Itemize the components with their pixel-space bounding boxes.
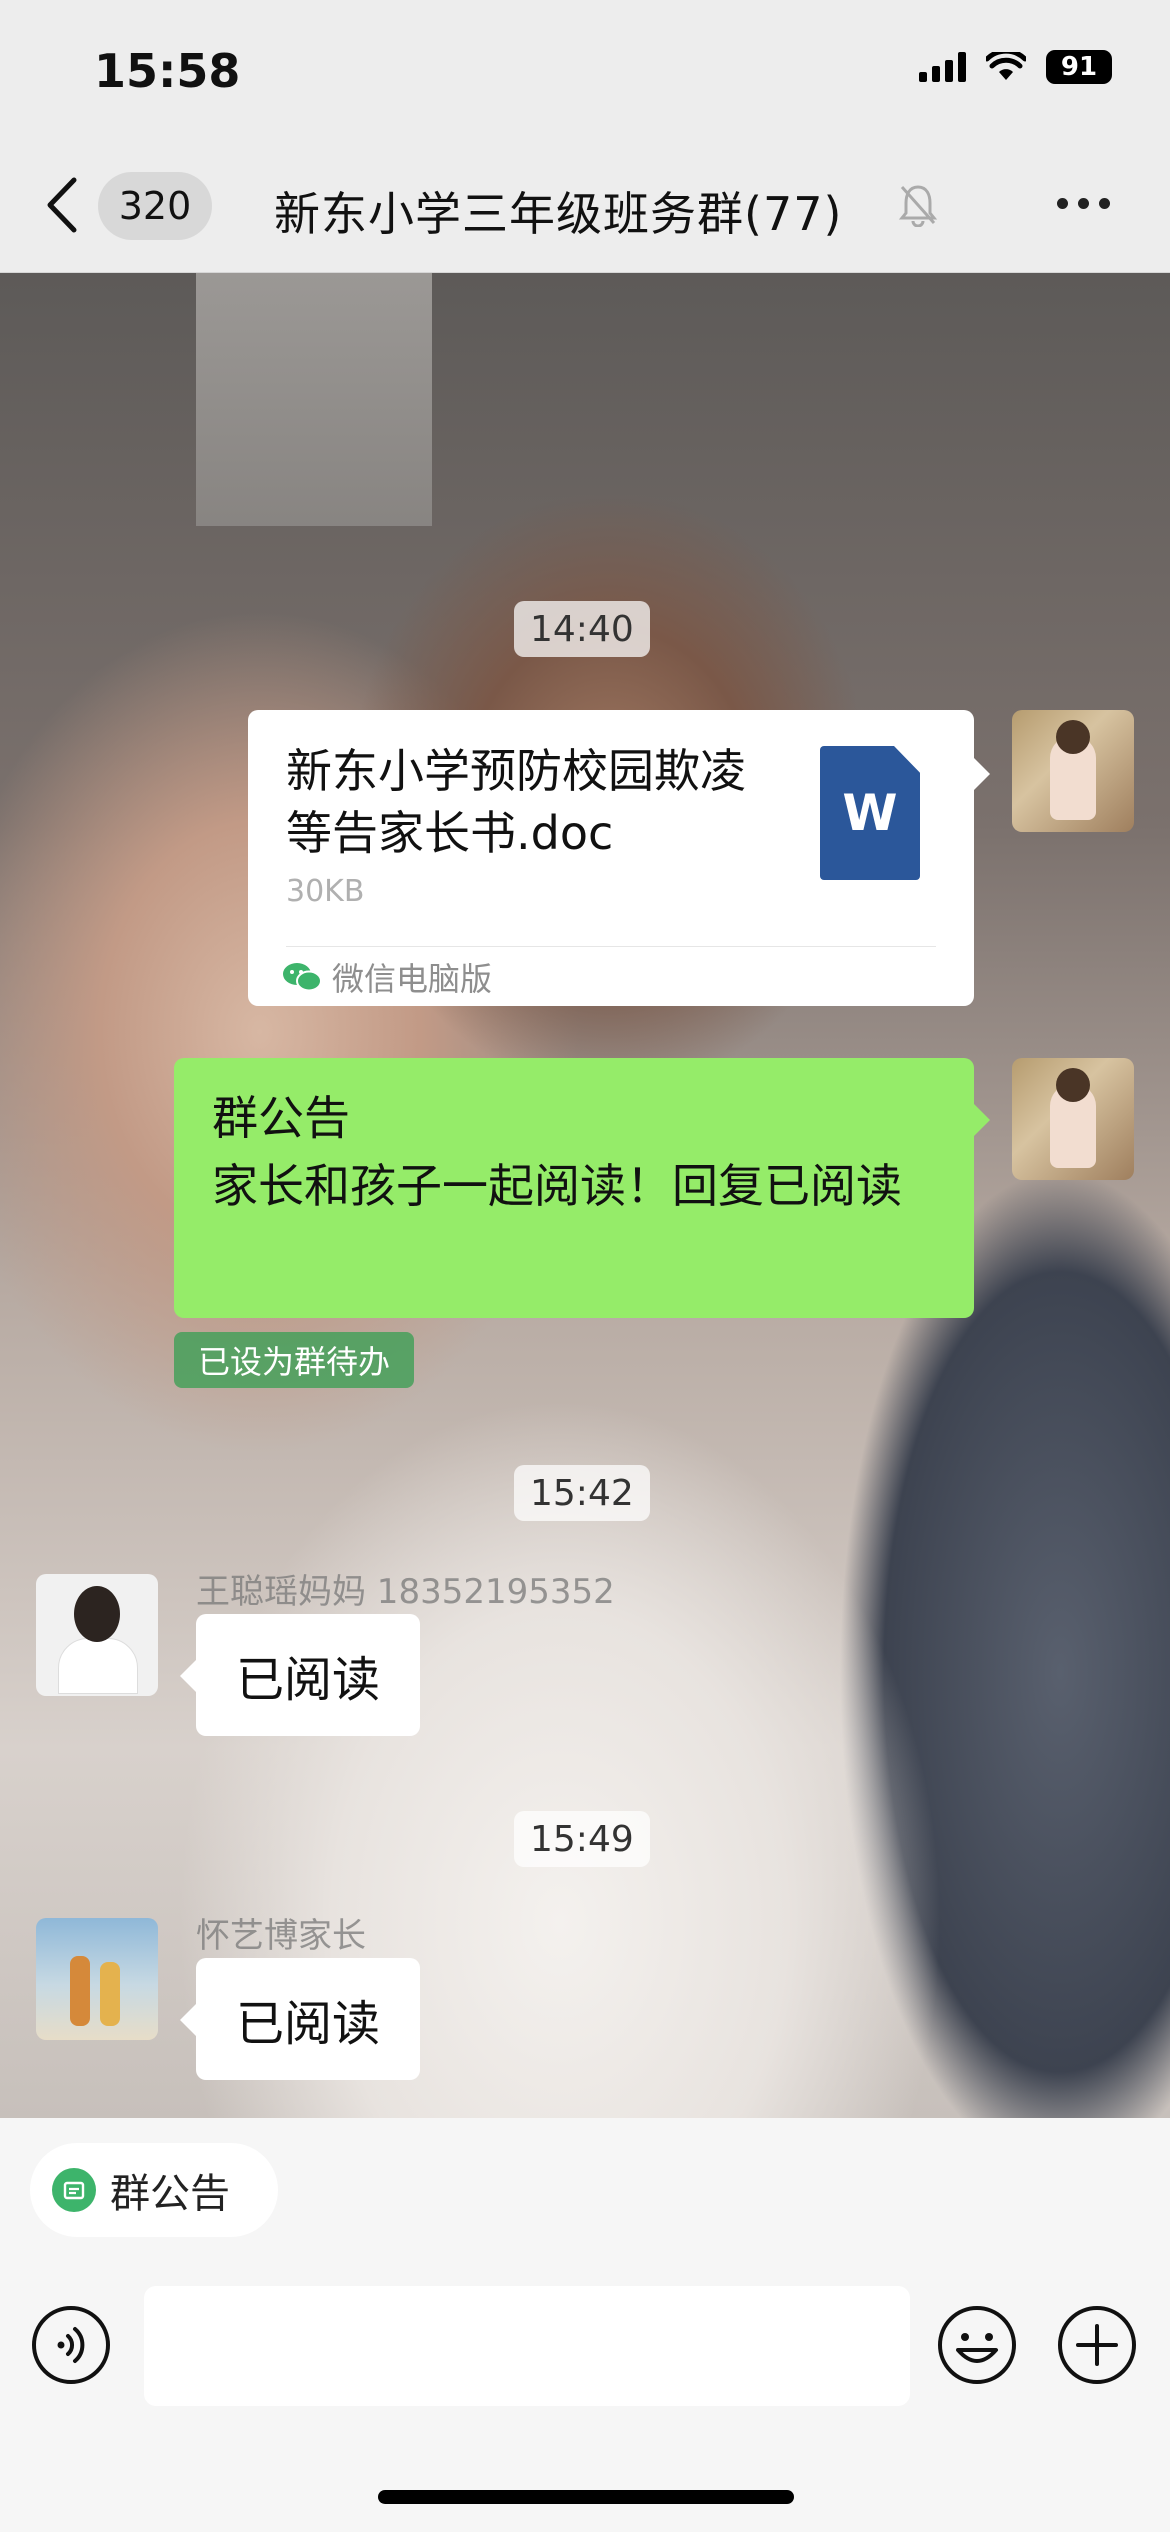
voice-icon — [32, 2306, 110, 2384]
more-options-button[interactable] — [1057, 198, 1110, 209]
wechat-icon — [283, 963, 322, 992]
incoming-message-bubble[interactable]: 已阅读 — [179, 1958, 421, 2080]
file-message-bubble[interactable]: 新东小学预防校园欺凌等告家长书.doc 30KB W 微信电脑版 — [248, 710, 990, 1006]
my-avatar[interactable] — [1012, 710, 1134, 832]
notice-icon — [52, 2168, 96, 2212]
member-avatar[interactable] — [36, 1918, 158, 2040]
mute-bell-icon — [898, 185, 938, 227]
message-timestamp: 15:49 — [514, 1811, 650, 1867]
chat-title: 新东小学三年级班务群(77) — [274, 187, 843, 241]
status-time: 15:58 — [94, 44, 241, 98]
file-size: 30KB — [286, 874, 365, 909]
file-name: 新东小学预防校园欺凌等告家长书.doc — [286, 744, 746, 860]
battery-icon: 91 — [1046, 50, 1112, 84]
top-bar: 15:58 91 320 新东小学三年级班务群(77) — [0, 0, 1170, 273]
chevron-left-icon — [47, 177, 77, 233]
wifi-icon — [986, 52, 1026, 80]
incoming-message-bubble[interactable]: 已阅读 — [179, 1614, 421, 1736]
wallpaper-paper-note — [196, 272, 432, 526]
group-notice-chip[interactable]: 群公告 — [30, 2143, 278, 2237]
my-avatar[interactable] — [1012, 1058, 1134, 1180]
announcement-text: 群公告 家长和孩子一起阅读！回复已阅读 — [212, 1091, 902, 1213]
dot-icon — [1057, 198, 1068, 209]
sender-name: 怀艺博家长 — [196, 1916, 366, 1956]
home-indicator[interactable] — [378, 2490, 794, 2504]
status-icons: 91 — [919, 50, 1112, 84]
message-timestamp: 14:40 — [514, 601, 650, 657]
group-todo-tag[interactable]: 已设为群待办 — [174, 1332, 415, 1388]
message-timestamp: 15:42 — [514, 1465, 650, 1521]
more-actions-button[interactable] — [1056, 2304, 1138, 2386]
voice-input-button[interactable] — [30, 2304, 112, 2386]
dot-icon — [1099, 198, 1110, 209]
emoji-icon — [938, 2306, 1016, 2384]
dot-icon — [1078, 198, 1089, 209]
signal-icon — [919, 52, 966, 82]
announcement-message-bubble[interactable]: 群公告 家长和孩子一起阅读！回复已阅读 — [174, 1058, 990, 1318]
word-file-icon: W — [820, 746, 920, 880]
message-input[interactable] — [144, 2286, 910, 2406]
file-source: 微信电脑版 — [282, 954, 492, 1000]
unread-count-badge[interactable]: 320 — [98, 172, 212, 240]
emoji-button[interactable] — [936, 2304, 1018, 2386]
sender-name: 王聪瑶妈妈 18352195352 — [196, 1572, 615, 1612]
plus-icon — [1058, 2306, 1136, 2384]
notice-chip-label: 群公告 — [110, 2171, 230, 2217]
member-avatar[interactable] — [36, 1574, 158, 1696]
file-source-label: 微信电脑版 — [332, 960, 493, 998]
divider — [286, 946, 936, 947]
back-button[interactable] — [44, 176, 80, 238]
